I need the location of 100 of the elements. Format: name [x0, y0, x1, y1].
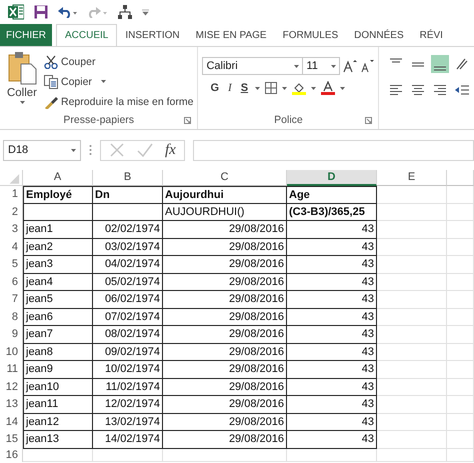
customize-icon[interactable]	[142, 8, 149, 16]
ribbon-tab[interactable]: INSERTION	[117, 24, 188, 46]
table-cell: jean4	[23, 274, 93, 291]
align-right-icon[interactable]	[433, 83, 448, 97]
empty-cell	[447, 326, 474, 344]
insert-function-button[interactable]: fx	[165, 142, 176, 158]
ribbon-tab[interactable]: DONNÉES	[346, 24, 412, 46]
empty-cell	[377, 344, 447, 361]
empty-cell	[447, 204, 474, 221]
shrink-font-icon[interactable]	[360, 59, 374, 73]
table-cell: 43	[287, 414, 377, 431]
paste-button[interactable]: Coller	[4, 51, 40, 111]
row-header[interactable]: 9	[0, 326, 23, 344]
ribbon-tab[interactable]: MISE EN PAGE	[188, 24, 275, 46]
formula-field[interactable]	[192, 140, 474, 160]
table-cell: 29/08/2016	[163, 326, 287, 344]
caret-icon	[340, 86, 346, 90]
table-cell: 43	[287, 238, 377, 256]
empty-cell	[377, 448, 447, 462]
launcher-icon[interactable]	[184, 116, 192, 124]
table-cell: 43	[287, 361, 377, 378]
column-header[interactable]: B	[93, 170, 163, 186]
format-painter-button[interactable]: Reproduire la mise en forme	[44, 93, 194, 110]
column-header[interactable]: D	[287, 170, 377, 186]
empty-cell	[447, 274, 474, 291]
ribbon-tab[interactable]: RÉVI	[412, 24, 443, 46]
table-cell: 11/02/1974	[93, 378, 163, 396]
table-cell: Employé	[23, 186, 93, 204]
empty-cell	[377, 431, 447, 448]
file-tab[interactable]: FICHIER	[0, 24, 52, 46]
empty-cell	[377, 326, 447, 344]
decrease-indent-icon[interactable]	[455, 83, 470, 97]
table-cell: (C3-B3)/365,25	[287, 204, 377, 221]
table-cell: jean10	[23, 378, 93, 396]
table-cell: jean9	[23, 361, 93, 378]
font-name-field[interactable]: Calibri	[202, 57, 304, 75]
column-header[interactable]: A	[23, 170, 93, 186]
row-header[interactable]: 8	[0, 308, 23, 326]
row-header[interactable]: 10	[0, 344, 23, 361]
row-header[interactable]: 12	[0, 378, 23, 396]
align-center-icon[interactable]	[411, 83, 426, 97]
save-icon[interactable]	[34, 5, 48, 19]
scissors-icon	[44, 54, 58, 68]
row-header[interactable]: 3	[0, 221, 23, 238]
font-color-icon[interactable]	[321, 81, 336, 95]
italic-button[interactable]: I	[226, 82, 234, 94]
grow-font-icon[interactable]	[343, 59, 358, 73]
table-cell: 08/02/1974	[93, 326, 163, 344]
table-cell: 06/02/1974	[93, 291, 163, 308]
group-label: Presse-papiers	[63, 114, 134, 126]
hierarchy-icon[interactable]	[118, 5, 132, 19]
table-cell: 29/08/2016	[163, 238, 287, 256]
row-header[interactable]: 13	[0, 396, 23, 414]
row-header[interactable]: 4	[0, 238, 23, 256]
bold-button[interactable]: G	[208, 82, 222, 94]
ribbon-tab[interactable]: FORMULES	[274, 24, 346, 46]
fill-color-icon[interactable]	[292, 81, 306, 95]
cut-button[interactable]: Couper	[44, 53, 194, 70]
ribbon-tab[interactable]: ACCUEIL	[56, 24, 118, 46]
paintbrush-icon	[44, 94, 58, 108]
launcher-icon[interactable]	[365, 116, 372, 124]
empty-cell	[93, 448, 163, 462]
row-header[interactable]: 14	[0, 414, 23, 431]
table-cell: 29/08/2016	[163, 308, 287, 326]
empty-cell	[447, 378, 474, 396]
row-header[interactable]: 5	[0, 256, 23, 274]
empty-cell	[447, 308, 474, 326]
name-box[interactable]: D18	[3, 140, 81, 160]
row-header[interactable]: 15	[0, 431, 23, 448]
excel-icon	[8, 4, 24, 20]
column-header[interactable]: C	[163, 170, 287, 186]
table-cell: AUJOURDHUI()	[163, 204, 287, 221]
column-header[interactable]: E	[377, 170, 447, 186]
table-cell: 43	[287, 256, 377, 274]
align-bottom-icon[interactable]	[431, 55, 450, 73]
table-cell: 29/08/2016	[163, 274, 287, 291]
orientation-icon[interactable]	[455, 57, 470, 71]
undo-icon[interactable]	[58, 6, 78, 18]
row-header[interactable]: 7	[0, 291, 23, 308]
table-cell: jean11	[23, 396, 93, 414]
group-label: Police	[274, 114, 303, 126]
font-size-field[interactable]: 11	[302, 57, 340, 75]
underline-button[interactable]: S	[238, 82, 250, 94]
row-header[interactable]: 1	[0, 186, 23, 204]
row-header[interactable]: 11	[0, 361, 23, 378]
table-cell: jean1	[23, 221, 93, 238]
empty-cell	[23, 204, 93, 221]
table-cell: 13/02/1974	[93, 414, 163, 431]
empty-cell	[447, 221, 474, 238]
table-cell: 43	[287, 431, 377, 448]
table-cell: 29/08/2016	[163, 344, 287, 361]
row-header[interactable]: 2	[0, 204, 23, 221]
caret-icon	[100, 80, 106, 83]
row-header[interactable]: 16	[0, 448, 23, 462]
row-header[interactable]: 6	[0, 274, 23, 291]
empty-cell	[377, 361, 447, 378]
borders-icon[interactable]	[265, 82, 278, 94]
copy-button[interactable]: Copier	[44, 73, 194, 90]
copy-icon	[44, 74, 58, 88]
align-left-icon[interactable]	[389, 83, 404, 97]
